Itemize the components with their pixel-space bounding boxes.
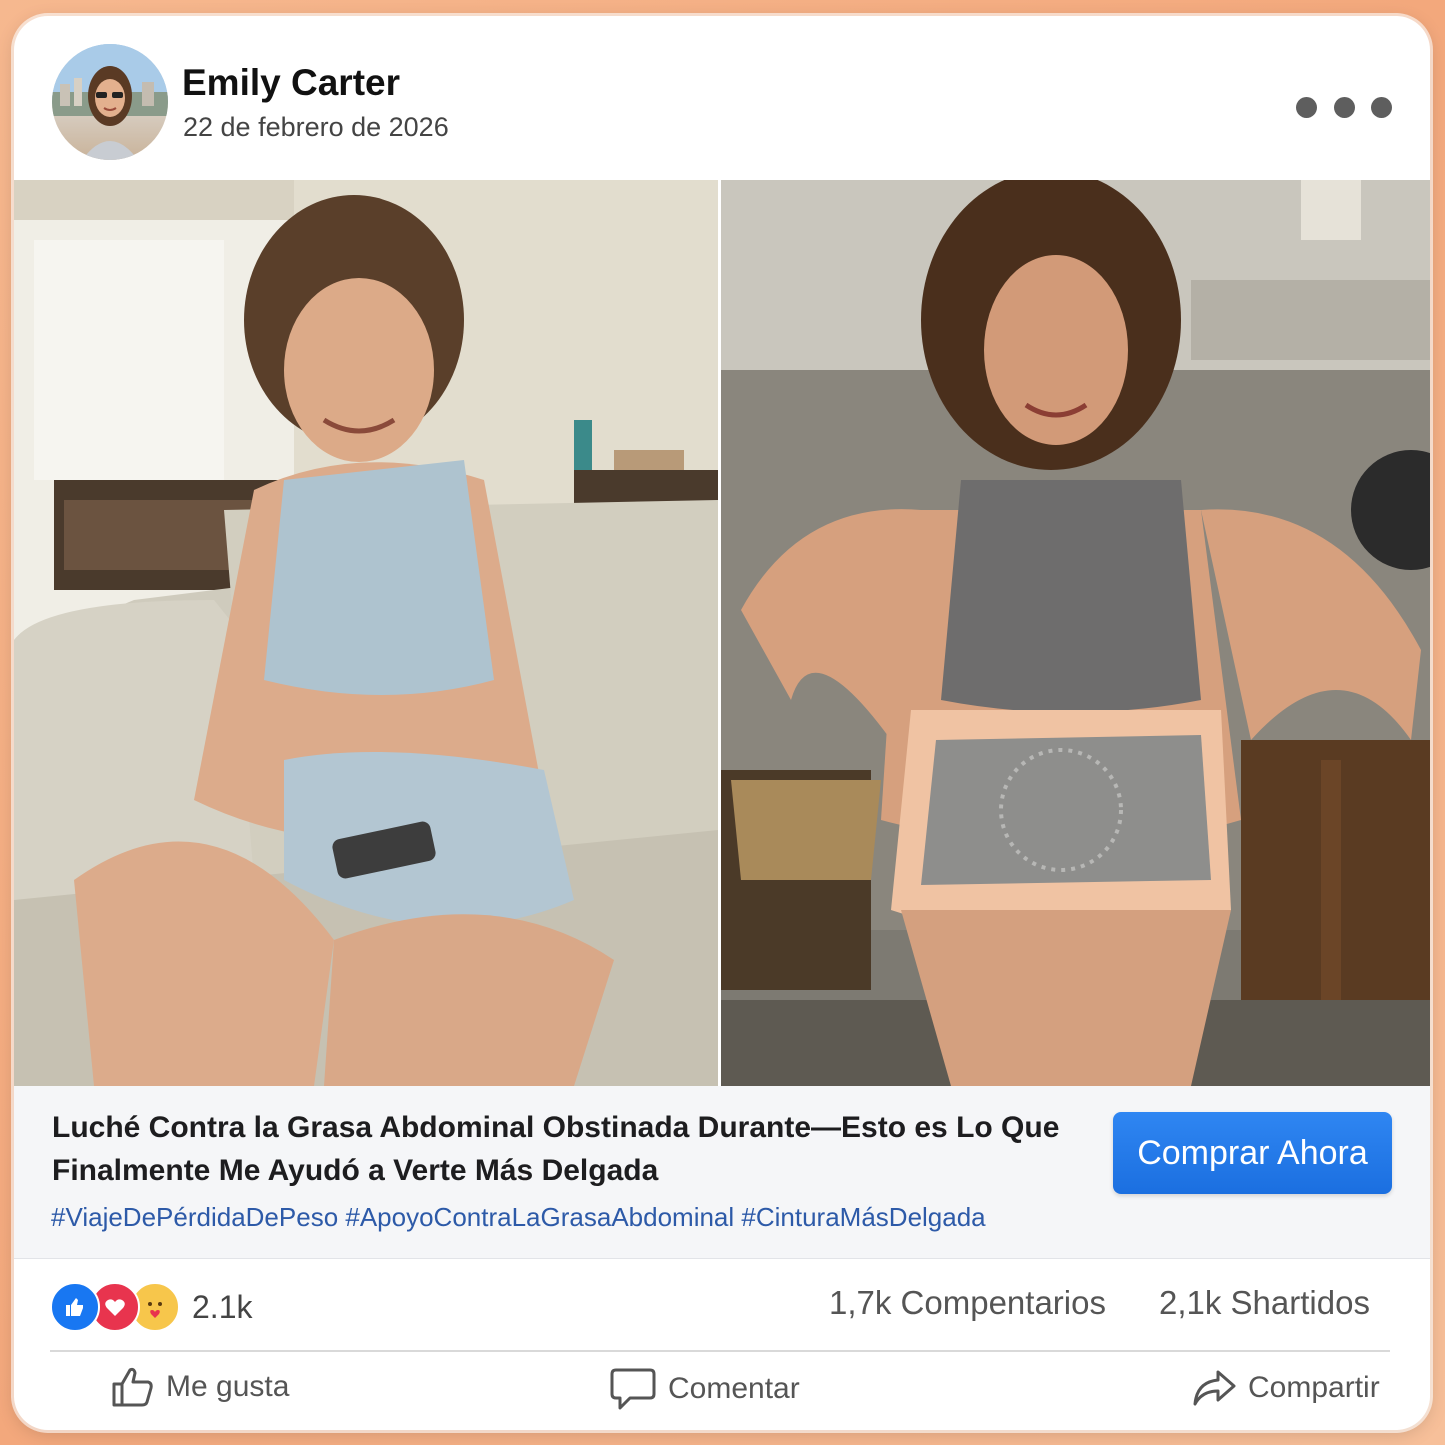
comments-count[interactable]: 1,7k Compentarios xyxy=(829,1284,1106,1322)
post-stats: 2.1k 1,7k Compentarios 2,1k Shartidos xyxy=(14,1258,1430,1350)
comment-label: Comentar xyxy=(668,1372,800,1405)
comment-bubble-icon xyxy=(608,1364,658,1414)
more-options-button[interactable] xyxy=(1296,94,1392,120)
stats-divider xyxy=(50,1350,1390,1352)
more-dots-icon xyxy=(1333,96,1355,118)
buy-now-button[interactable]: Comprar Ahora xyxy=(1113,1112,1392,1194)
after-photo[interactable] xyxy=(721,180,1430,1086)
post-photos[interactable] xyxy=(14,180,1430,1086)
post-card: Emily Carter 22 de febrero de 2026 Luché… xyxy=(14,16,1430,1430)
author-name[interactable]: Emily Carter xyxy=(182,62,400,104)
post-header: Emily Carter 22 de febrero de 2026 xyxy=(14,16,1430,180)
post-actions: Me gusta Comentar Compartir xyxy=(14,1354,1430,1430)
post-headline[interactable]: Luché Contra la Grasa Abdominal Obstinad… xyxy=(52,1106,1062,1192)
avatar[interactable] xyxy=(52,44,168,160)
share-arrow-icon xyxy=(1190,1364,1238,1412)
reaction-count: 2.1k xyxy=(192,1288,253,1325)
post-hashtags[interactable]: #ViajeDePérdidaDePeso #ApoyoContraLaGras… xyxy=(51,1202,986,1233)
post-date[interactable]: 22 de febrero de 2026 xyxy=(183,112,449,143)
before-photo[interactable] xyxy=(14,180,718,1086)
like-reaction-icon xyxy=(50,1282,100,1332)
comment-button[interactable]: Comentar xyxy=(608,1364,800,1414)
more-dots-icon xyxy=(1296,96,1317,118)
share-label: Compartir xyxy=(1248,1371,1380,1404)
caption-area: Luché Contra la Grasa Abdominal Obstinad… xyxy=(14,1086,1430,1259)
more-dots-icon xyxy=(1371,96,1392,118)
share-button[interactable]: Compartir xyxy=(1190,1364,1380,1412)
shares-count[interactable]: 2,1k Shartidos xyxy=(1159,1284,1370,1322)
thumbs-up-icon xyxy=(110,1364,156,1410)
like-button[interactable]: Me gusta xyxy=(110,1364,289,1410)
like-label: Me gusta xyxy=(166,1370,290,1403)
reactions-summary[interactable]: 2.1k xyxy=(50,1282,252,1332)
